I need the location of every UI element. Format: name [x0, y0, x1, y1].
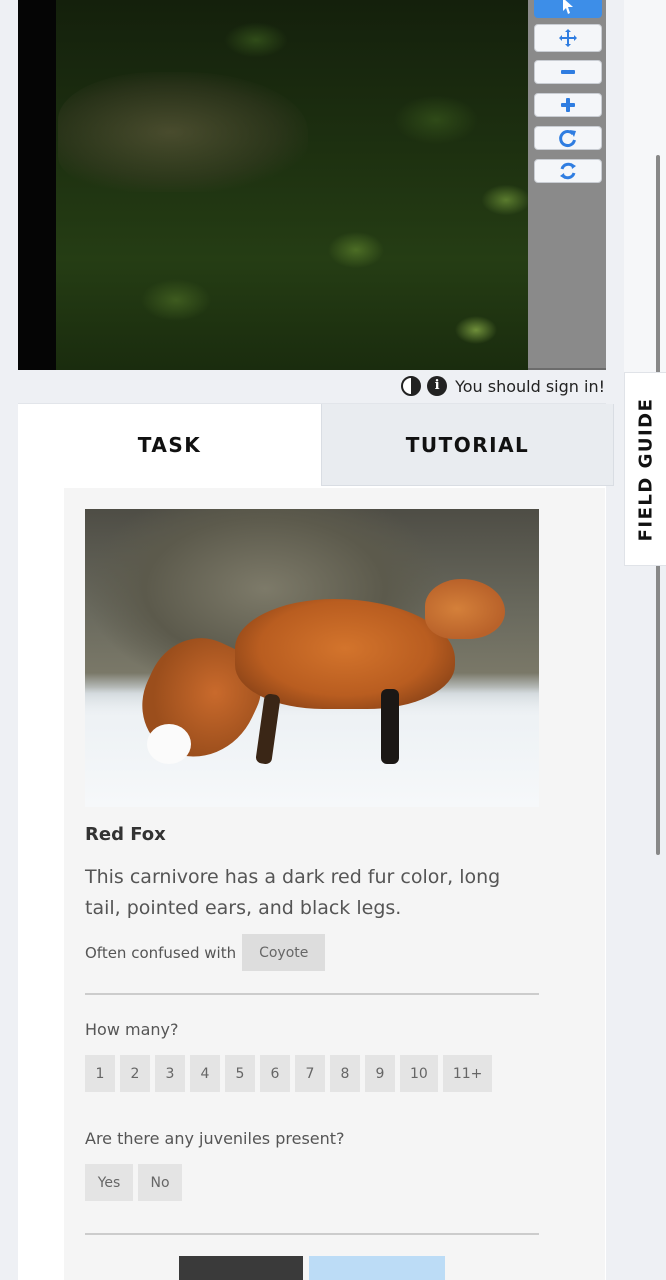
- signin-message[interactable]: You should sign in!: [455, 377, 605, 396]
- species-card: Red Fox This carnivore has a dark red fu…: [64, 488, 605, 1280]
- count-option-1[interactable]: 1: [85, 1055, 115, 1092]
- cancel-button[interactable]: [179, 1256, 303, 1280]
- signin-row: i You should sign in!: [401, 374, 605, 398]
- confused-with-row: Often confused with Coyote: [85, 934, 326, 971]
- identify-button[interactable]: [309, 1256, 445, 1280]
- zoom-out-icon: [561, 70, 575, 74]
- subject-image[interactable]: [18, 0, 528, 370]
- pointer-tool-button[interactable]: [534, 0, 602, 18]
- confused-with-label: Often confused with: [85, 943, 237, 962]
- subject-viewer[interactable]: [18, 0, 606, 370]
- move-tool-button[interactable]: [534, 24, 602, 52]
- zoom-in-icon: [561, 98, 575, 112]
- juveniles-yes-button[interactable]: Yes: [85, 1164, 133, 1201]
- blurred-animal: [58, 72, 308, 192]
- bottom-buttons: [179, 1256, 445, 1280]
- task-panel: TASK TUTORIAL Red Fox This carnivore has…: [18, 403, 614, 1280]
- info-icon[interactable]: i: [427, 376, 448, 396]
- reset-button[interactable]: [534, 159, 602, 183]
- zoom-out-button[interactable]: [534, 60, 602, 84]
- rotate-button[interactable]: [534, 126, 602, 150]
- fox-front-leg: [381, 689, 399, 764]
- reset-icon: [560, 162, 576, 180]
- tab-task[interactable]: TASK: [18, 404, 321, 486]
- contrast-icon[interactable]: [401, 376, 422, 396]
- count-option-6[interactable]: 6: [260, 1055, 290, 1092]
- count-option-7[interactable]: 7: [295, 1055, 325, 1092]
- juveniles-no-button[interactable]: No: [138, 1164, 182, 1201]
- question-juveniles: Are there any juveniles present?: [85, 1129, 345, 1148]
- count-option-4[interactable]: 4: [190, 1055, 220, 1092]
- rotate-icon: [559, 130, 576, 147]
- task-tabs: TASK TUTORIAL: [18, 404, 614, 486]
- question-how-many: How many?: [85, 1020, 179, 1039]
- species-description: This carnivore has a dark red fur color,…: [85, 866, 501, 919]
- image-border: [18, 0, 56, 370]
- fox-tail-tip: [147, 724, 191, 764]
- species-name: Red Fox: [85, 824, 166, 845]
- confused-species-coyote-button[interactable]: Coyote: [242, 934, 326, 971]
- species-photo: [85, 509, 539, 807]
- count-option-11-plus[interactable]: 11+: [442, 1055, 493, 1092]
- count-option-2[interactable]: 2: [120, 1055, 150, 1092]
- field-guide-tab[interactable]: FIELD GUIDE: [624, 372, 666, 566]
- juveniles-answers: Yes No: [85, 1164, 182, 1201]
- count-option-5[interactable]: 5: [225, 1055, 255, 1092]
- divider: [85, 993, 539, 995]
- zoom-in-button[interactable]: [534, 93, 602, 117]
- field-guide-label: FIELD GUIDE: [635, 397, 657, 541]
- how-many-answers: 1 2 3 4 5 6 7 8 9 10 11+: [85, 1055, 493, 1092]
- tab-tutorial[interactable]: TUTORIAL: [321, 404, 614, 486]
- pointer-icon: [563, 0, 573, 14]
- count-option-8[interactable]: 8: [330, 1055, 360, 1092]
- count-option-10[interactable]: 10: [400, 1055, 438, 1092]
- move-icon: [559, 29, 577, 47]
- count-option-9[interactable]: 9: [365, 1055, 395, 1092]
- count-option-3[interactable]: 3: [155, 1055, 185, 1092]
- divider: [85, 1233, 539, 1235]
